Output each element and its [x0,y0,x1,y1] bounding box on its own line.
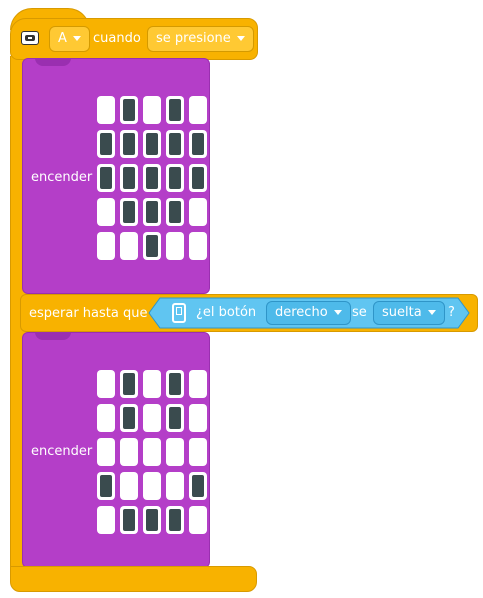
led-pixel[interactable] [97,472,115,500]
led-pixel[interactable] [189,438,207,466]
block-notch [35,332,71,340]
wait-until-label: esperar hasta que [29,306,148,321]
led-pixel[interactable] [97,232,115,260]
led-pixel[interactable] [166,404,184,432]
condition-middle: se [352,305,367,320]
led-pixel[interactable] [97,404,115,432]
chevron-down-icon [427,310,436,315]
side-dropdown-value: derecho [275,305,328,320]
led-pixel[interactable] [166,506,184,534]
event-block-header[interactable]: A cuando se presione [10,18,258,60]
led-pixel[interactable] [143,370,161,398]
sensor-hub-icon [172,303,186,323]
led-pixel[interactable] [166,130,184,158]
light-matrix-block-2[interactable]: encender [22,332,210,568]
led-pixel[interactable] [97,164,115,192]
button-dropdown-value: A [58,31,67,46]
action-dropdown-value: se presione [156,31,231,46]
led-pixel[interactable] [97,506,115,534]
led-pixel[interactable] [189,198,207,226]
light-block-2-label: encender [31,444,93,459]
chevron-down-icon [236,36,245,41]
led-pixel[interactable] [166,96,184,124]
state-dropdown[interactable]: suelta [373,301,445,325]
led-pixel[interactable] [189,472,207,500]
led-pixel[interactable] [189,404,207,432]
when-label: cuando [93,31,141,46]
action-dropdown[interactable]: se presione [147,26,254,52]
led-pixel[interactable] [189,370,207,398]
led-pixel[interactable] [143,506,161,534]
led-pixel[interactable] [166,232,184,260]
led-pixel[interactable] [143,130,161,158]
led-pixel[interactable] [189,506,207,534]
led-pixel[interactable] [120,164,138,192]
led-pixel[interactable] [166,198,184,226]
led-pixel[interactable] [189,96,207,124]
led-pixel[interactable] [143,96,161,124]
condition-prefix: ¿el botón [196,305,257,320]
led-pixel[interactable] [189,130,207,158]
led-pixel[interactable] [143,164,161,192]
led-pixel[interactable] [120,96,138,124]
led-pixel[interactable] [143,404,161,432]
side-dropdown[interactable]: derecho [266,301,351,325]
state-dropdown-value: suelta [382,305,422,320]
led-grid-2[interactable] [97,370,207,540]
led-pixel[interactable] [166,472,184,500]
block-notch [35,58,71,66]
led-pixel[interactable] [97,370,115,398]
led-pixel[interactable] [97,198,115,226]
led-pixel[interactable] [166,438,184,466]
led-pixel[interactable] [97,96,115,124]
event-block-footer[interactable] [10,566,257,592]
condition-suffix: ? [448,305,455,320]
hub-icon [21,31,39,45]
led-pixel[interactable] [189,232,207,260]
led-pixel[interactable] [120,370,138,398]
led-pixel[interactable] [189,164,207,192]
led-pixel[interactable] [143,472,161,500]
led-pixel[interactable] [97,438,115,466]
led-pixel[interactable] [166,370,184,398]
led-pixel[interactable] [143,232,161,260]
led-pixel[interactable] [166,164,184,192]
led-pixel[interactable] [120,130,138,158]
button-dropdown[interactable]: A [49,26,90,52]
led-pixel[interactable] [120,506,138,534]
chevron-down-icon [333,310,342,315]
led-pixel[interactable] [97,130,115,158]
button-state-condition[interactable]: ¿el botón derecho se suelta ? [148,297,470,329]
led-pixel[interactable] [120,438,138,466]
led-pixel[interactable] [120,404,138,432]
led-pixel[interactable] [120,198,138,226]
led-pixel[interactable] [120,232,138,260]
led-pixel[interactable] [143,198,161,226]
light-matrix-block-1[interactable]: encender [22,58,210,294]
light-block-1-label: encender [31,170,93,185]
led-grid-1[interactable] [97,96,207,266]
chevron-down-icon [72,36,81,41]
led-pixel[interactable] [143,438,161,466]
led-pixel[interactable] [120,472,138,500]
